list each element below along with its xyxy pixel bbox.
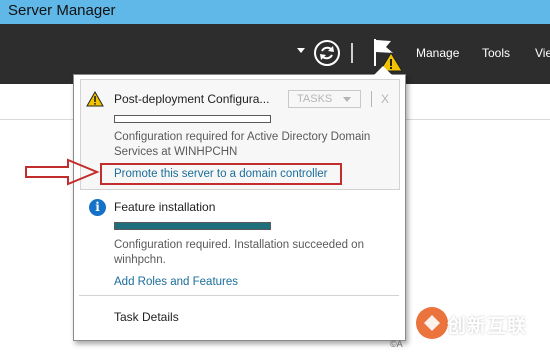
popup-pointer <box>374 66 392 75</box>
tasks-dropdown[interactable]: TASKS <box>288 90 361 108</box>
highlight-box <box>100 163 342 185</box>
window-titlebar: Server Manager <box>0 0 550 24</box>
feature-installation-title: Feature installation <box>114 200 216 214</box>
tools-menu[interactable]: Tools <box>482 46 510 60</box>
manage-menu[interactable]: Manage <box>416 46 459 60</box>
feature-installation-description: Configuration required. Installation suc… <box>114 239 364 266</box>
tasks-label: TASKS <box>297 93 333 105</box>
add-roles-features-link[interactable]: Add Roles and Features <box>114 276 238 288</box>
progress-fill <box>115 223 270 229</box>
post-deployment-progress <box>114 115 271 123</box>
refresh-icon[interactable] <box>313 39 341 67</box>
arrow-right-icon <box>25 158 100 186</box>
chevron-down-icon <box>343 97 351 102</box>
window-title: Server Manager <box>8 2 116 19</box>
close-notification-button[interactable]: X <box>381 92 389 106</box>
warning-icon <box>86 91 104 107</box>
info-icon: i <box>89 199 106 216</box>
toolbar-separator <box>351 43 353 63</box>
task-details-link[interactable]: Task Details <box>114 310 179 324</box>
notification-separator <box>371 91 372 107</box>
watermark-text: 创新互联 <box>447 316 528 337</box>
view-menu[interactable]: Vie <box>535 46 550 60</box>
dropdown-caret-icon[interactable] <box>297 48 305 53</box>
post-deployment-description: Configuration required for Active Direct… <box>114 131 371 158</box>
watermark-suffix: ©A <box>390 339 403 349</box>
post-deployment-title: Post-deployment Configura... <box>114 92 270 106</box>
popup-divider <box>79 295 399 296</box>
feature-installation-progress <box>114 222 271 230</box>
